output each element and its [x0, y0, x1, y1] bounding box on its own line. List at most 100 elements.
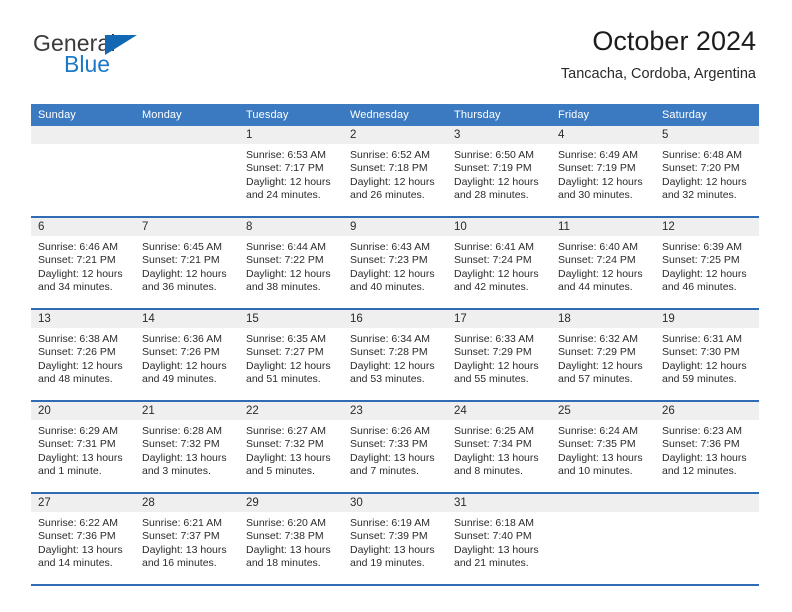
day-cell[interactable]: 29 Sunrise: 6:20 AM Sunset: 7:38 PM Dayligh… — [239, 492, 343, 584]
day-cell[interactable]: 30 Sunrise: 6:19 AM Sunset: 7:39 PM Dayligh… — [343, 492, 447, 584]
day-detail-line: Sunrise: 6:34 AM — [350, 333, 430, 345]
day-cell[interactable]: 8 Sunrise: 6:44 AM Sunset: 7:22 PM Daylight… — [239, 216, 343, 309]
day-cell[interactable]: 1 Sunrise: 6:53 AM Sunset: 7:17 PM Daylight… — [239, 126, 343, 217]
day-detail-line: and 46 minutes. — [662, 281, 737, 294]
calendar-body: 1 Sunrise: 6:53 AM Sunset: 7:17 PM Daylight… — [31, 126, 759, 584]
day-cell[interactable]: 15 Sunrise: 6:35 AM Sunset: 7:27 PM Dayligh… — [239, 308, 343, 401]
day-cell[interactable]: 2 Sunrise: 6:52 AM Sunset: 7:18 PM Daylight… — [343, 126, 447, 217]
week-row: 1 Sunrise: 6:53 AM Sunset: 7:17 PM Daylight… — [31, 126, 759, 217]
day-detail-line: and 36 minutes. — [142, 281, 217, 294]
day-detail-line: Sunrise: 6:53 AM — [246, 149, 326, 161]
day-number: 30 — [343, 494, 447, 512]
day-number: 19 — [655, 310, 759, 328]
day-detail-line: and 40 minutes. — [350, 281, 425, 294]
day-cell[interactable]: 9 Sunrise: 6:43 AM Sunset: 7:23 PM Daylight… — [343, 216, 447, 309]
day-detail-line: Sunset: 7:36 PM — [38, 530, 116, 543]
day-number: 3 — [447, 126, 551, 144]
day-cell[interactable]: 16 Sunrise: 6:34 AM Sunset: 7:28 PM Dayligh… — [343, 308, 447, 401]
weekday-header-wednesday: Wednesday — [343, 104, 447, 126]
day-detail-line: Sunset: 7:33 PM — [350, 438, 428, 451]
general-blue-logo[interactable]: General Blue — [33, 32, 213, 80]
day-detail-line: Sunset: 7:21 PM — [142, 254, 220, 267]
day-number: 4 — [551, 126, 655, 144]
day-cell[interactable]: 12 Sunrise: 6:39 AM Sunset: 7:25 PM Dayligh… — [655, 216, 759, 309]
day-cell[interactable]: 24 Sunrise: 6:25 AM Sunset: 7:34 PM Dayligh… — [447, 400, 551, 493]
weekday-header-sunday: Sunday — [31, 104, 135, 126]
day-detail-line: and 8 minutes. — [454, 465, 523, 478]
day-number: 12 — [655, 218, 759, 236]
day-cell[interactable]: 3 Sunrise: 6:50 AM Sunset: 7:19 PM Daylight… — [447, 126, 551, 217]
day-detail-line: Sunset: 7:18 PM — [350, 162, 428, 175]
day-number: 23 — [343, 402, 447, 420]
day-cell[interactable]: 23 Sunrise: 6:26 AM Sunset: 7:33 PM Dayligh… — [343, 400, 447, 493]
day-detail-line: and 26 minutes. — [350, 189, 425, 202]
day-number: 18 — [551, 310, 655, 328]
day-detail-line: Sunset: 7:27 PM — [246, 346, 324, 359]
day-details: Sunrise: 6:29 AM Sunset: 7:31 PM Daylight:… — [31, 420, 135, 479]
day-details: Sunrise: 6:45 AM Sunset: 7:21 PM Daylight:… — [135, 236, 239, 295]
day-number: 25 — [551, 402, 655, 420]
day-detail-line: Sunset: 7:37 PM — [142, 530, 220, 543]
day-cell[interactable]: 25 Sunrise: 6:24 AM Sunset: 7:35 PM Dayligh… — [551, 400, 655, 493]
day-cell[interactable]: 17 Sunrise: 6:33 AM Sunset: 7:29 PM Dayligh… — [447, 308, 551, 401]
day-detail-line: Sunset: 7:32 PM — [142, 438, 220, 451]
calendar-container: Sunday Monday Tuesday Wednesday Thursday Frid… — [31, 104, 759, 586]
day-number: 6 — [31, 218, 135, 236]
day-cell[interactable]: 4 Sunrise: 6:49 AM Sunset: 7:19 PM Daylight… — [551, 126, 655, 217]
day-cell[interactable]: 18 Sunrise: 6:32 AM Sunset: 7:29 PM Dayligh… — [551, 308, 655, 401]
day-details: Sunrise: 6:26 AM Sunset: 7:33 PM Daylight:… — [343, 420, 447, 479]
day-number: 8 — [239, 218, 343, 236]
day-detail-line: and 28 minutes. — [454, 189, 529, 202]
day-detail-line: and 51 minutes. — [246, 373, 321, 386]
page-subtitle: Tancacha, Cordoba, Argentina — [560, 66, 756, 83]
day-number: 5 — [655, 126, 759, 144]
day-cell[interactable]: 13 Sunrise: 6:38 AM Sunset: 7:26 PM Dayligh… — [31, 308, 135, 401]
day-detail-line: and 21 minutes. — [454, 557, 529, 570]
weekday-header-monday: Monday — [135, 104, 239, 126]
day-detail-line: and 55 minutes. — [454, 373, 529, 386]
day-cell[interactable]: 6 Sunrise: 6:46 AM Sunset: 7:21 PM Daylight… — [31, 216, 135, 309]
day-cell[interactable]: 21 Sunrise: 6:28 AM Sunset: 7:32 PM Dayligh… — [135, 400, 239, 493]
day-details: Sunrise: 6:35 AM Sunset: 7:27 PM Daylight:… — [239, 328, 343, 387]
day-detail-line: Sunrise: 6:21 AM — [142, 517, 222, 529]
day-details: Sunrise: 6:43 AM Sunset: 7:23 PM Daylight:… — [343, 236, 447, 295]
day-detail-line: Sunset: 7:26 PM — [142, 346, 220, 359]
day-number: 26 — [655, 402, 759, 420]
day-cell[interactable]: 7 Sunrise: 6:45 AM Sunset: 7:21 PM Daylight… — [135, 216, 239, 309]
day-cell[interactable]: 11 Sunrise: 6:40 AM Sunset: 7:24 PM Dayligh… — [551, 216, 655, 309]
page-title: October 2024 — [592, 26, 756, 56]
day-detail-line: Daylight: 13 hours — [142, 543, 227, 556]
weekday-header-thursday: Thursday — [447, 104, 551, 126]
day-number: 21 — [135, 402, 239, 420]
day-detail-line: Sunrise: 6:38 AM — [38, 333, 118, 345]
day-cell[interactable]: 26 Sunrise: 6:23 AM Sunset: 7:36 PM Dayligh… — [655, 400, 759, 493]
day-detail-line: Sunset: 7:40 PM — [454, 530, 532, 543]
day-cell[interactable]: 14 Sunrise: 6:36 AM Sunset: 7:26 PM Dayligh… — [135, 308, 239, 401]
day-cell-empty — [135, 126, 239, 217]
day-number: 10 — [447, 218, 551, 236]
day-details: Sunrise: 6:18 AM Sunset: 7:40 PM Daylight:… — [447, 512, 551, 571]
day-cell[interactable]: 31 Sunrise: 6:18 AM Sunset: 7:40 PM Dayligh… — [447, 492, 551, 584]
day-details: Sunrise: 6:21 AM Sunset: 7:37 PM Daylight:… — [135, 512, 239, 571]
day-cell[interactable]: 10 Sunrise: 6:41 AM Sunset: 7:24 PM Dayligh… — [447, 216, 551, 309]
day-number: 14 — [135, 310, 239, 328]
day-detail-line: Daylight: 12 hours — [350, 175, 435, 188]
day-details: Sunrise: 6:20 AM Sunset: 7:38 PM Daylight:… — [239, 512, 343, 571]
day-cell[interactable]: 19 Sunrise: 6:31 AM Sunset: 7:30 PM Dayligh… — [655, 308, 759, 401]
day-cell[interactable]: 27 Sunrise: 6:22 AM Sunset: 7:36 PM Dayligh… — [31, 492, 135, 584]
day-detail-line: Daylight: 12 hours — [350, 359, 435, 372]
calendar-page: General Blue October 2024 Tancacha, Cord… — [0, 0, 792, 612]
day-detail-line: Sunset: 7:19 PM — [454, 162, 532, 175]
day-detail-line: and 32 minutes. — [662, 189, 737, 202]
day-cell[interactable]: 28 Sunrise: 6:21 AM Sunset: 7:37 PM Dayligh… — [135, 492, 239, 584]
day-cell[interactable]: 20 Sunrise: 6:29 AM Sunset: 7:31 PM Dayligh… — [31, 400, 135, 493]
day-detail-line: Sunrise: 6:32 AM — [558, 333, 638, 345]
day-detail-line: Sunset: 7:31 PM — [38, 438, 116, 451]
day-detail-line: Daylight: 12 hours — [38, 359, 123, 372]
day-details: Sunrise: 6:28 AM Sunset: 7:32 PM Daylight:… — [135, 420, 239, 479]
day-cell[interactable]: 5 Sunrise: 6:48 AM Sunset: 7:20 PM Daylight… — [655, 126, 759, 217]
day-cell[interactable]: 22 Sunrise: 6:27 AM Sunset: 7:32 PM Dayligh… — [239, 400, 343, 493]
day-number — [551, 494, 655, 512]
day-detail-line: Daylight: 13 hours — [38, 543, 123, 556]
day-detail-line: and 3 minutes. — [142, 465, 211, 478]
